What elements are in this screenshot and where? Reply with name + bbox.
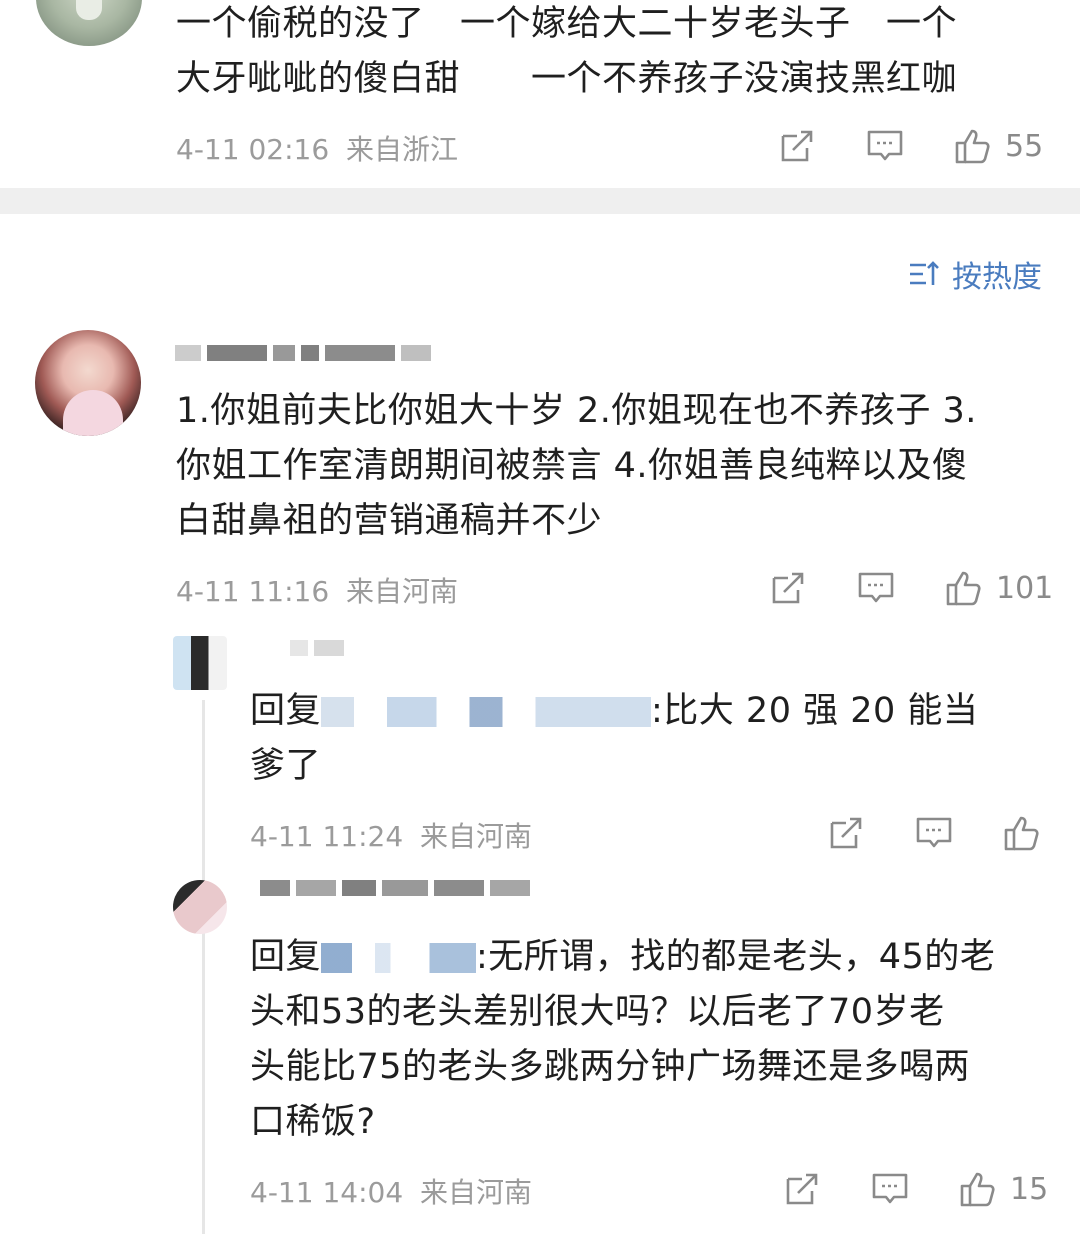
mention-blurred[interactable] [321,697,652,727]
sort-label: 按热度 [952,260,1042,295]
comment-location: 来自河南 [420,1176,533,1209]
avatar[interactable] [173,636,227,690]
share-icon[interactable] [768,568,808,608]
avatar[interactable] [36,0,142,46]
like-count: 55 [1005,128,1044,164]
thumbs-up-icon[interactable] [953,126,993,166]
reply-text: 回复:无所谓，找的都是老头，45的老 头和53的老头差别很大吗？以后老了70岁老… [250,937,996,1142]
share-icon[interactable] [826,813,866,853]
sort-icon [910,261,939,285]
reply-text: 回复:比大 20 强 20 能当 爹了 [250,691,979,786]
avatar[interactable] [35,330,141,436]
comment-location: 来自河南 [420,820,533,853]
comment-time: 4-11 11:24 [250,820,404,853]
comment-meta: 4-11 11:24 来自河南 [250,815,532,855]
comment-actions: 55 [777,126,1043,166]
thumbs-up-icon[interactable] [1002,813,1042,853]
username-blurred[interactable] [290,640,350,660]
comment-meta: 4-11 11:16 来自河南 [176,570,458,610]
mention-blurred[interactable] [321,943,477,973]
comment-icon[interactable] [870,1169,910,1209]
username-blurred[interactable] [260,880,536,900]
reply-prefix: 回复 [250,691,322,731]
share-icon[interactable] [782,1169,822,1209]
comment-actions [826,813,1054,853]
thumbs-up-icon[interactable] [958,1169,998,1209]
comment-location: 来自浙江 [346,133,459,166]
comment-time: 4-11 14:04 [250,1176,404,1209]
comment-actions: 101 [768,568,1053,608]
comment-meta: 4-11 14:04 来自河南 [250,1171,532,1211]
username-blurred[interactable] [175,345,437,365]
comment-meta: 4-11 02:16 来自浙江 [176,128,458,168]
comment-time: 4-11 11:16 [176,575,330,608]
like-count: 15 [1010,1171,1049,1207]
section-divider [0,188,1080,214]
comment-icon[interactable] [856,568,896,608]
avatar[interactable] [173,880,227,934]
share-icon[interactable] [777,126,817,166]
comment-location: 来自河南 [346,575,459,608]
comment-icon[interactable] [865,126,905,166]
comment-text: 1.你姐前夫比你姐大十岁 2.你姐现在也不养孩子 3. 你姐工作室清朗期间被禁言… [176,391,977,541]
comment-icon[interactable] [914,813,954,853]
like-count: 101 [996,570,1054,606]
reply-thread-line [202,700,205,1234]
sort-toggle[interactable]: 按热度 [908,252,1042,296]
thumbs-up-icon[interactable] [944,568,984,608]
reply-prefix: 回复 [250,937,322,977]
comment-time: 4-11 02:16 [176,133,330,166]
comment-actions: 15 [782,1169,1048,1209]
comment-text: 一个偷税的没了 一个嫁给大二十岁老头子 一个 大牙呲呲的傻白甜 一个不养孩子没演… [176,4,958,99]
